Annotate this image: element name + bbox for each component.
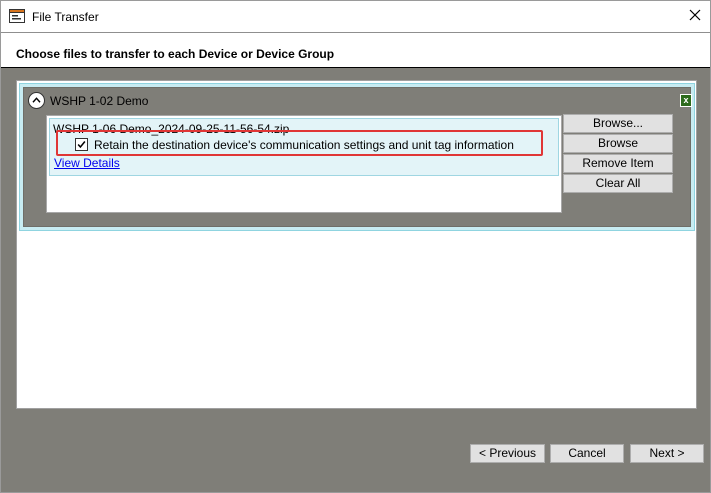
- device-group-inner: WSHP 1-02 Demo x WSHP 1-06 Demo_2024-09-…: [23, 87, 692, 227]
- content-panel: WSHP 1-02 Demo x WSHP 1-06 Demo_2024-09-…: [16, 80, 697, 409]
- browse-sd-device-button[interactable]: Browse SD/Device...: [563, 134, 673, 167]
- remove-group-icon[interactable]: x: [680, 94, 692, 107]
- cancel-button[interactable]: Cancel: [550, 444, 624, 463]
- next-button[interactable]: Next >: [630, 444, 704, 463]
- view-details-link[interactable]: View Details: [54, 156, 120, 170]
- file-list: WSHP 1-06 Demo_2024-09-25-11-56-54.zip R…: [46, 115, 562, 213]
- device-group-name: WSHP 1-02 Demo: [50, 94, 149, 108]
- clear-all-button[interactable]: Clear All: [563, 174, 673, 193]
- body-area: WSHP 1-02 Demo x WSHP 1-06 Demo_2024-09-…: [1, 68, 710, 492]
- device-group-card: WSHP 1-02 Demo x WSHP 1-06 Demo_2024-09-…: [19, 83, 695, 231]
- window-title: File Transfer: [32, 10, 99, 24]
- title-bar: File Transfer: [1, 1, 710, 32]
- retain-settings-checkbox[interactable]: [75, 138, 88, 151]
- header-band: Choose files to transfer to each Device …: [1, 32, 710, 68]
- collapse-chevron-up-icon[interactable]: [28, 92, 45, 109]
- browse-button[interactable]: Browse...: [563, 114, 673, 133]
- retain-settings-label: Retain the destination device's communic…: [94, 138, 514, 152]
- list-item[interactable]: WSHP 1-06 Demo_2024-09-25-11-56-54.zip R…: [49, 118, 559, 176]
- close-icon[interactable]: [687, 7, 703, 23]
- file-transfer-window: File Transfer Choose files to transfer t…: [0, 0, 711, 493]
- app-icon: [9, 9, 25, 23]
- previous-button[interactable]: < Previous: [470, 444, 545, 463]
- remove-item-button[interactable]: Remove Item: [563, 154, 673, 173]
- retain-settings-checkbox-row[interactable]: Retain the destination device's communic…: [73, 136, 533, 155]
- file-name: WSHP 1-06 Demo_2024-09-25-11-56-54.zip: [53, 122, 290, 136]
- page-title: Choose files to transfer to each Device …: [16, 47, 335, 61]
